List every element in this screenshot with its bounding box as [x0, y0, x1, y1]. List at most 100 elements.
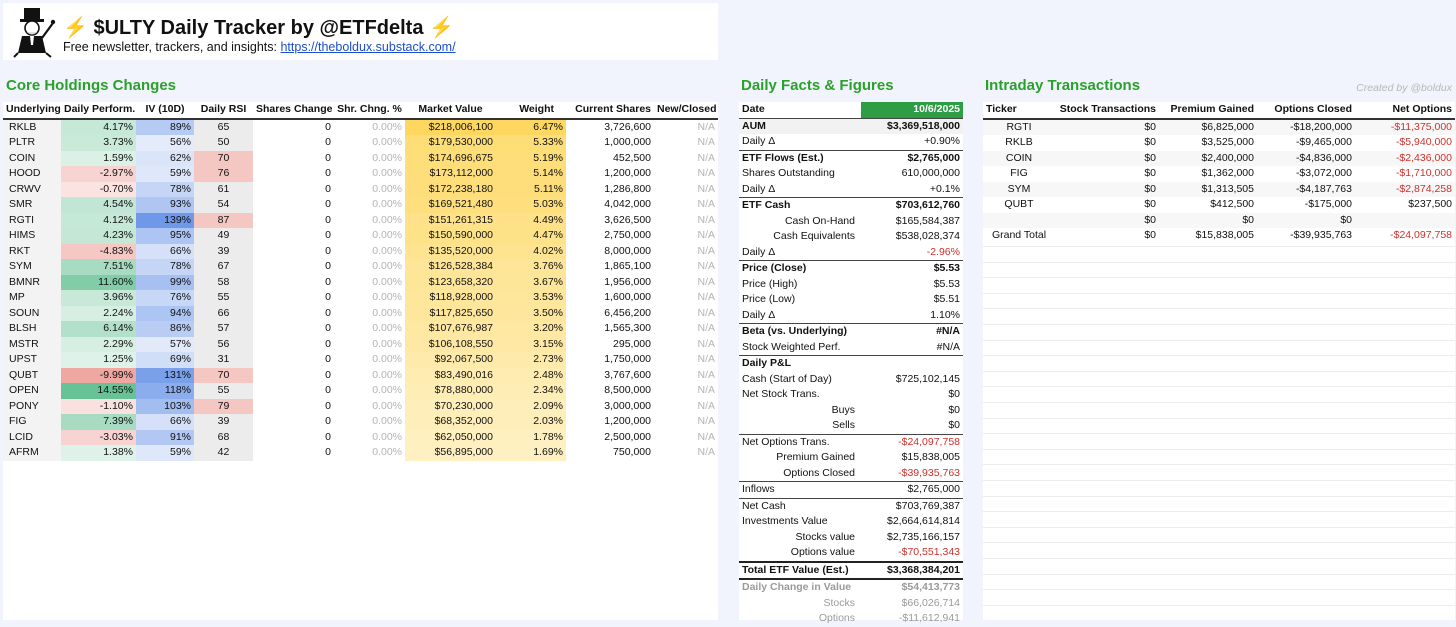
implied-volatility: 59% [136, 166, 194, 182]
facts-value: -$11,612,941 [898, 612, 960, 624]
facts-row: Stocks value $2,735,166,157 [739, 530, 963, 546]
table-row[interactable]: RKT -4.83% 66% 39 0 0.00% $135,520,000 4.02% 8,0… [3, 243, 718, 259]
stock-transactions: $0 [1144, 136, 1156, 148]
table-row[interactable]: QUBT -9.99% 131% 70 0 0.00% $83,490,016 2.48% 3,… [3, 367, 718, 383]
facts-value: #N/A [861, 323, 963, 340]
shares-change-pct: 0.00% [372, 384, 402, 396]
table-row[interactable]: MSTR 2.29% 57% 56 0 0.00% $106,108,550 3.15% 295… [3, 336, 718, 352]
new-closed: N/A [697, 384, 715, 396]
table-row[interactable]: BMNR 11.60% 99% 58 0 0.00% $123,658,320 3.67% 1,… [3, 274, 718, 290]
facts-row: Beta (vs. Underlying) #N/A [739, 323, 963, 340]
table-row[interactable]: $0 $0 $0 [983, 212, 1455, 228]
facts-value: $5.53 [861, 260, 963, 277]
table-row[interactable]: Grand Total $0 $15,838,005 -$39,935,763 -$24… [983, 228, 1455, 244]
facts-label: Price (Close) [739, 260, 861, 277]
shares-change-pct: 0.00% [372, 399, 402, 412]
table-row[interactable]: UPST 1.25% 69% 31 0 0.00% $92,067,500 2.73% 1,75… [3, 352, 718, 368]
daily-rsi: 65 [194, 118, 253, 135]
table-row[interactable]: COIN $0 $2,400,000 -$4,836,000 -$2,436,000 [983, 150, 1455, 166]
premium-gained: $15,838,005 [1195, 229, 1254, 241]
intraday-header-row: Ticker Stock Transactions Premium Gained… [983, 102, 1455, 119]
col-header[interactable]: Options Closed [1257, 102, 1355, 119]
current-shares: 8,500,000 [604, 384, 651, 396]
table-row[interactable]: RGTI $0 $6,825,000 -$18,200,000 -$11,375,000 [983, 118, 1455, 135]
lightning-bolt-icon: ⚡ [63, 17, 88, 39]
daily-rsi: 58 [194, 274, 253, 290]
col-header[interactable]: Ticker [983, 102, 1055, 119]
intraday-panel: Ticker Stock Transactions Premium Gained… [983, 102, 1455, 620]
newsletter-link[interactable]: https://theboldux.substack.com/ [280, 40, 455, 54]
table-row[interactable]: RGTI 4.12% 139% 87 0 0.00% $151,261,315 4.49% 3,… [3, 212, 718, 228]
current-shares: 1,286,800 [604, 182, 651, 195]
shares-change-pct: 0.00% [372, 260, 402, 272]
table-row[interactable]: AFRM 1.38% 59% 42 0 0.00% $56,895,000 1.69% 750,… [3, 445, 718, 461]
col-header[interactable]: IV (10D) [136, 102, 194, 119]
table-row[interactable]: LCID -3.03% 91% 68 0 0.00% $62,050,000 1.78% 2,5… [3, 429, 718, 445]
col-header[interactable]: Stock Transactions [1055, 102, 1159, 119]
table-row[interactable]: PLTR 3.73% 56% 50 0 0.00% $179,530,000 5.33% 1,0… [3, 135, 718, 151]
facts-row: Price (Low) $5.51 [739, 292, 963, 308]
new-closed: N/A [697, 198, 715, 210]
table-row[interactable]: HIMS 4.23% 95% 49 0 0.00% $150,590,000 4.47% 2,7… [3, 228, 718, 244]
market-value: $117,825,650 [405, 305, 496, 321]
table-row[interactable]: SYM 7.51% 78% 67 0 0.00% $126,528,384 3.76% 1,86… [3, 259, 718, 275]
table-row[interactable]: CRWV -0.70% 78% 61 0 0.00% $172,238,180 5.11% 1,… [3, 181, 718, 197]
monopoly-man-logo [6, 5, 60, 59]
col-header[interactable]: Premium Gained [1159, 102, 1257, 119]
col-header[interactable]: Net Options [1355, 102, 1455, 119]
underlying-ticker: BLSH [3, 321, 61, 337]
facts-label: Price (Low) [742, 293, 796, 305]
facts-label: ETF Cash [739, 197, 861, 214]
underlying-ticker: RKLB [3, 118, 61, 135]
market-value: $126,528,384 [405, 259, 496, 275]
facts-label: Daily Δ [742, 308, 776, 321]
col-header[interactable]: Shares Change [253, 102, 334, 119]
daily-performance: 3.96% [61, 290, 136, 306]
core-holdings-panel: Underlying Daily Perform. IV (10D) Daily… [3, 102, 718, 620]
facts-row: Buys $0 [739, 403, 963, 419]
table-row[interactable]: SYM $0 $1,313,505 -$4,187,763 -$2,874,258 [983, 181, 1455, 197]
options-closed: -$4,187,763 [1257, 181, 1355, 197]
weight: 1.69% [496, 445, 566, 461]
daily-rsi: 50 [194, 135, 253, 151]
table-row[interactable]: PONY -1.10% 103% 79 0 0.00% $70,230,000 2.09% 3,… [3, 398, 718, 414]
daily-rsi: 55 [194, 383, 253, 399]
facts-value: $703,612,760 [861, 197, 963, 214]
weight: 5.33% [496, 135, 566, 151]
grid-line [983, 246, 1455, 247]
weight: 3.50% [496, 305, 566, 321]
table-row[interactable]: OPEN 14.55% 118% 55 0 0.00% $78,880,000 2.34% 8,… [3, 383, 718, 399]
daily-performance: -1.10% [61, 398, 136, 414]
market-value: $123,658,320 [405, 274, 496, 290]
shares-change-pct: 0.00% [372, 353, 402, 365]
table-row[interactable]: FIG 7.39% 66% 39 0 0.00% $68,352,000 2.03% 1,200… [3, 414, 718, 430]
facts-row: Investments Value $2,664,614,814 [739, 514, 963, 530]
table-row[interactable]: BLSH 6.14% 86% 57 0 0.00% $107,676,987 3.20% 1,5… [3, 321, 718, 337]
table-row[interactable]: COIN 1.59% 62% 70 0 0.00% $174,696,675 5.19% 452… [3, 150, 718, 166]
col-header[interactable]: Current Shares [566, 102, 654, 119]
col-header[interactable]: Shr. Chng. % [334, 102, 405, 119]
table-row[interactable]: QUBT $0 $412,500 -$175,000 $237,500 [983, 197, 1455, 213]
col-header[interactable]: Underlying [3, 102, 61, 119]
grid-line [983, 542, 1455, 544]
table-row[interactable]: RKLB $0 $3,525,000 -$9,465,000 -$5,940,000 [983, 135, 1455, 151]
table-row[interactable]: HOOD -2.97% 59% 76 0 0.00% $173,112,000 5.14% 1,… [3, 166, 718, 182]
weight: 5.14% [496, 166, 566, 182]
table-row[interactable]: MP 3.96% 76% 55 0 0.00% $118,928,000 3.53% 1,600… [3, 290, 718, 306]
col-header[interactable]: Daily Perform. [61, 102, 136, 119]
market-value: $169,521,480 [405, 197, 496, 213]
table-row[interactable]: FIG $0 $1,362,000 -$3,072,000 -$1,710,000 [983, 166, 1455, 182]
daily-rsi: 39 [194, 243, 253, 259]
col-header[interactable]: Market Value [405, 102, 496, 119]
daily-rsi: 68 [194, 429, 253, 445]
grid-line [983, 370, 1455, 372]
col-header[interactable]: Daily RSI [194, 102, 253, 119]
underlying-ticker: QUBT [3, 367, 61, 383]
table-row[interactable]: RKLB 4.17% 89% 65 0 0.00% $218,006,100 6.47% 3,7… [3, 118, 718, 135]
col-header[interactable]: New/Closed [654, 102, 718, 119]
table-row[interactable]: SOUN 2.24% 94% 66 0 0.00% $117,825,650 3.50% 6,4… [3, 305, 718, 321]
shares-change-pct: 0.00% [372, 306, 402, 319]
col-header[interactable]: Weight [496, 102, 566, 119]
table-row[interactable]: SMR 4.54% 93% 54 0 0.00% $169,521,480 5.03% 4,04… [3, 197, 718, 213]
market-value: $92,067,500 [405, 352, 496, 368]
